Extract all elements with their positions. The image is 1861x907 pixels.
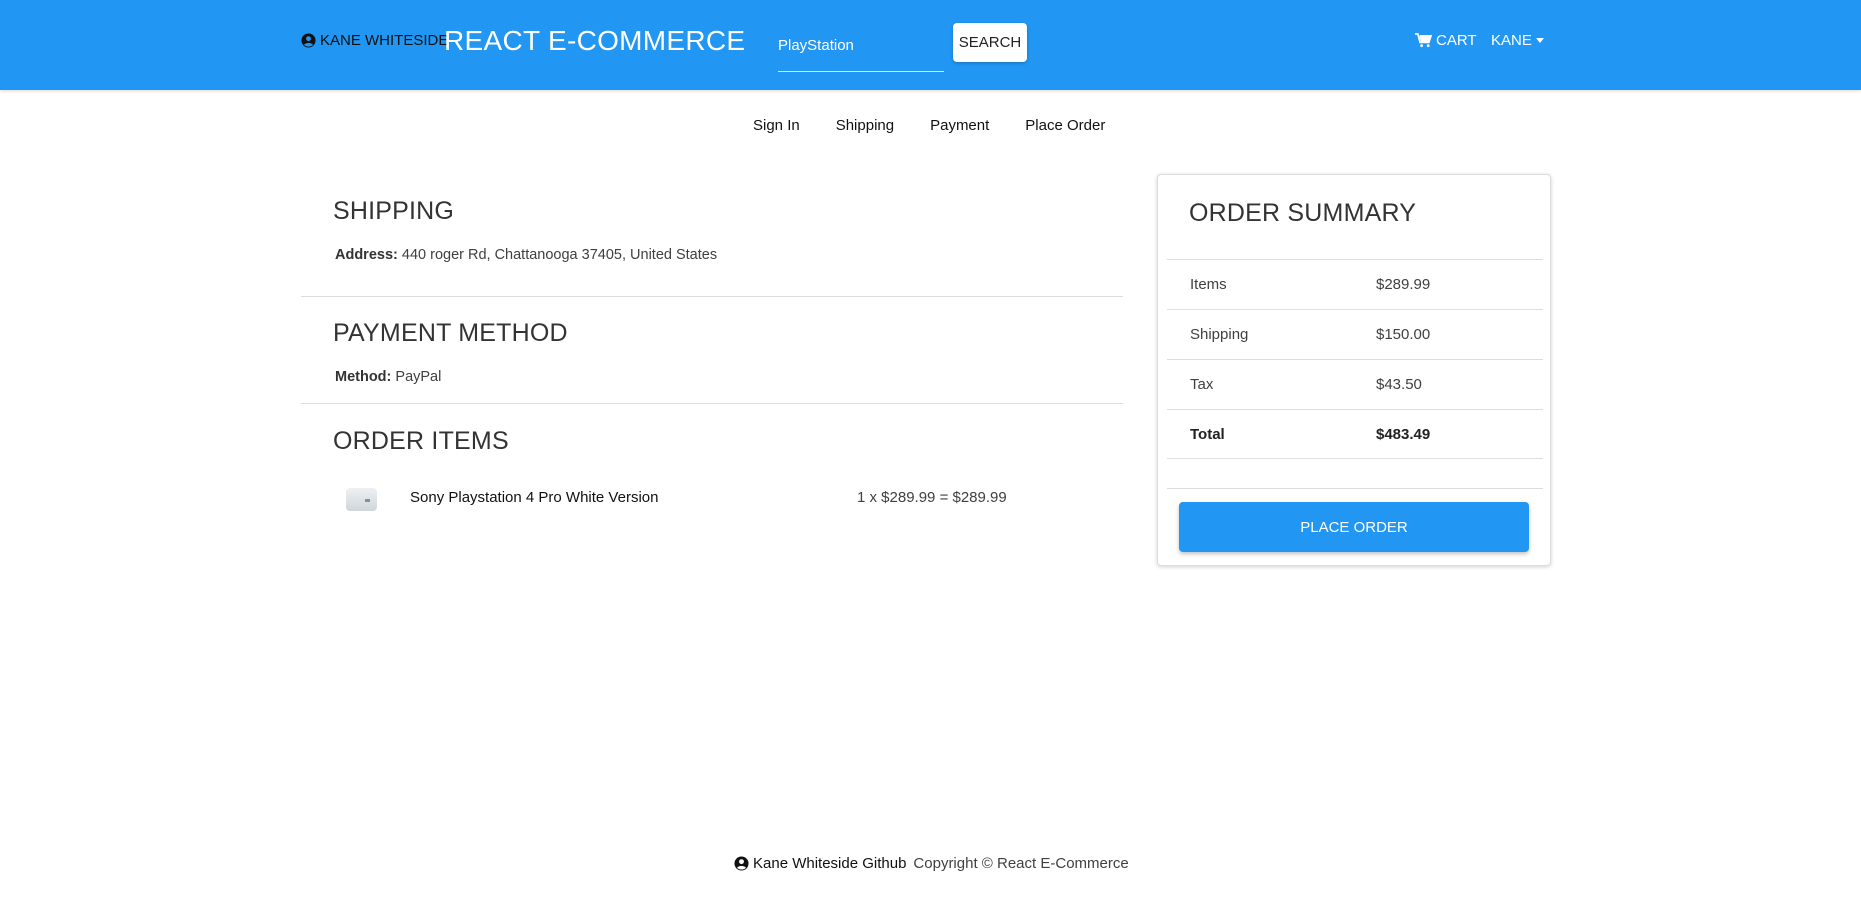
author-link[interactable]: KANE WHITESIDE	[301, 32, 448, 49]
address-label: Address:	[335, 247, 398, 263]
summary-label: Tax	[1190, 376, 1214, 393]
brand-title[interactable]: REACT E-COMMERCE	[444, 25, 745, 57]
author-label: KANE WHITESIDE	[320, 32, 449, 49]
order-summary-heading: ORDER SUMMARY	[1189, 199, 1417, 227]
footer: Kane Whiteside Github Copyright © React …	[734, 855, 1129, 872]
summary-label: Total	[1190, 426, 1225, 443]
divider	[1167, 488, 1543, 489]
step-shipping[interactable]: Shipping	[836, 117, 894, 134]
payment-method: Method: PayPal	[335, 369, 441, 385]
summary-value: $43.50	[1376, 376, 1422, 393]
summary-value: $289.99	[1376, 276, 1431, 293]
method-label: Method:	[335, 369, 392, 385]
user-menu-label: KANE	[1491, 32, 1532, 49]
top-navbar: KANE WHITESIDE REACT E-COMMERCE SEARCH C…	[0, 0, 1861, 90]
step-place-order[interactable]: Place Order	[1025, 117, 1105, 134]
search-input[interactable]	[778, 26, 944, 72]
summary-value: $150.00	[1376, 326, 1431, 343]
user-circle-icon	[734, 856, 749, 871]
shipping-heading: SHIPPING	[333, 197, 455, 225]
summary-value: $483.49	[1376, 426, 1431, 443]
place-order-button[interactable]: PLACE ORDER	[1179, 502, 1529, 552]
summary-row-tax: Tax $43.50	[1167, 359, 1543, 409]
copyright-text: Copyright © React E-Commerce	[913, 855, 1129, 872]
shopping-cart-icon	[1415, 33, 1432, 48]
order-summary-card: ORDER SUMMARY Items $289.99 Shipping $15…	[1157, 174, 1551, 566]
checkout-steps: Sign In Shipping Payment Place Order	[753, 117, 1105, 134]
summary-label: Items	[1190, 276, 1227, 293]
product-name-link[interactable]: Sony Playstation 4 Pro White Version	[410, 489, 658, 506]
product-thumbnail	[346, 488, 377, 511]
cart-label: CART	[1436, 32, 1477, 49]
caret-down-icon	[1535, 38, 1544, 43]
step-sign-in[interactable]: Sign In	[753, 117, 800, 134]
search-button[interactable]: SEARCH	[953, 23, 1027, 62]
cart-link[interactable]: CART	[1415, 32, 1477, 49]
summary-row-total: Total $483.49	[1167, 409, 1543, 459]
summary-label: Shipping	[1190, 326, 1249, 343]
divider	[301, 296, 1123, 297]
divider	[301, 403, 1123, 404]
user-circle-icon	[301, 33, 316, 48]
step-payment[interactable]: Payment	[930, 117, 989, 134]
payment-heading: PAYMENT METHOD	[333, 319, 568, 347]
github-link-label: Kane Whiteside Github	[753, 855, 907, 872]
user-menu-dropdown[interactable]: KANE	[1491, 32, 1544, 49]
summary-row-shipping: Shipping $150.00	[1167, 309, 1543, 359]
summary-row-items: Items $289.99	[1167, 259, 1543, 309]
order-items-heading: ORDER ITEMS	[333, 427, 509, 455]
method-value: PayPal	[391, 369, 442, 385]
github-link[interactable]: Kane Whiteside Github	[734, 855, 906, 872]
shipping-address: Address: 440 roger Rd, Chattanooga 37405…	[335, 247, 717, 263]
address-value: 440 roger Rd, Chattanooga 37405, United …	[397, 247, 718, 263]
product-price-calc: 1 x $289.99 = $289.99	[857, 489, 1007, 506]
